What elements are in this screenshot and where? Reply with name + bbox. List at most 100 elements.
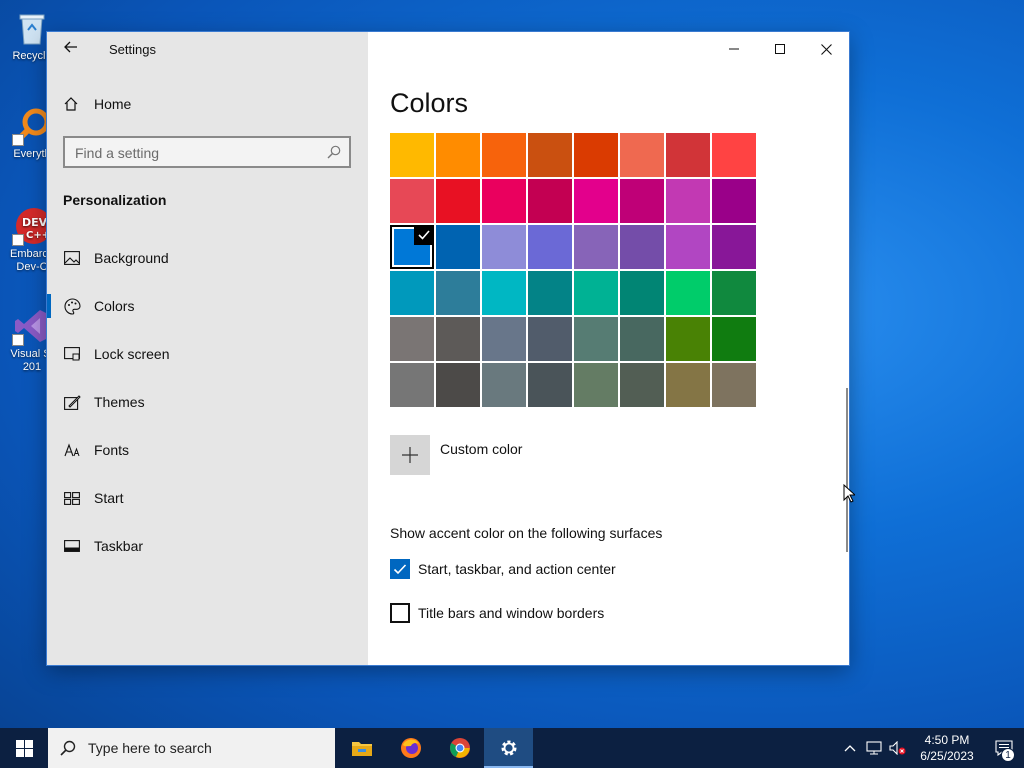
accent-color-swatch[interactable]	[666, 133, 710, 177]
close-button[interactable]	[803, 32, 849, 66]
nav-item-lock-screen[interactable]: Lock screen	[47, 330, 368, 378]
accent-color-swatch[interactable]	[482, 317, 526, 361]
accent-color-swatch[interactable]	[528, 225, 572, 269]
accent-color-swatch[interactable]	[712, 271, 756, 315]
title-bars-checkbox[interactable]: Title bars and window borders	[390, 603, 604, 623]
taskbar-search-box[interactable]: Type here to search	[48, 728, 335, 768]
accent-color-swatch[interactable]	[712, 179, 756, 223]
accent-color-swatch[interactable]	[390, 271, 434, 315]
search-icon	[60, 740, 76, 756]
accent-color-swatch[interactable]	[482, 179, 526, 223]
accent-color-swatch[interactable]	[528, 179, 572, 223]
taskbar-chrome[interactable]	[435, 728, 484, 768]
accent-color-swatch[interactable]	[436, 225, 480, 269]
clock-date: 6/25/2023	[920, 749, 974, 763]
accent-color-swatch[interactable]	[436, 317, 480, 361]
accent-color-swatch[interactable]	[666, 271, 710, 315]
accent-color-swatch[interactable]	[574, 133, 618, 177]
pinned-apps	[337, 728, 533, 768]
action-center-button[interactable]: 1	[984, 728, 1024, 768]
accent-color-swatch[interactable]	[620, 225, 664, 269]
taskbar-firefox[interactable]	[386, 728, 435, 768]
nav-label: Start	[94, 490, 124, 506]
start-button[interactable]	[0, 728, 48, 768]
nav-item-taskbar[interactable]: Taskbar	[47, 522, 368, 570]
nav-label: Background	[94, 250, 169, 266]
accent-color-swatch[interactable]	[436, 179, 480, 223]
accent-color-swatch[interactable]	[666, 363, 710, 407]
accent-color-swatch[interactable]	[436, 271, 480, 315]
scrollbar-thumb[interactable]	[846, 388, 848, 552]
accent-color-swatch[interactable]	[574, 317, 618, 361]
svg-text:DEV: DEV	[22, 216, 48, 229]
accent-color-swatch[interactable]	[390, 179, 434, 223]
taskbar-file-explorer[interactable]	[337, 728, 386, 768]
page-title: Colors	[390, 88, 469, 118]
accent-color-swatch[interactable]	[620, 133, 664, 177]
system-tray: 4:50 PM 6/25/2023 1	[838, 728, 1024, 768]
checkbox-label: Title bars and window borders	[418, 605, 605, 621]
checkmark-icon	[393, 564, 407, 575]
search-icon[interactable]	[327, 145, 341, 159]
accent-color-swatch[interactable]	[482, 363, 526, 407]
accent-color-swatch[interactable]	[712, 317, 756, 361]
accent-color-swatch[interactable]	[482, 133, 526, 177]
accent-color-swatch[interactable]	[436, 363, 480, 407]
volume-button[interactable]	[886, 728, 910, 768]
start-taskbar-checkbox[interactable]: Start, taskbar, and action center	[390, 559, 616, 579]
surfaces-heading: Show accent color on the following surfa…	[390, 525, 663, 541]
accent-color-swatch[interactable]	[436, 133, 480, 177]
nav-label: Themes	[94, 394, 145, 410]
accent-color-swatch[interactable]	[390, 317, 434, 361]
nav-item-start[interactable]: Start	[47, 474, 368, 522]
arrow-left-icon	[64, 41, 77, 53]
accent-color-swatch[interactable]	[482, 271, 526, 315]
accent-color-swatch[interactable]	[482, 225, 526, 269]
checkmark-icon	[414, 225, 434, 245]
accent-color-swatch[interactable]	[712, 363, 756, 407]
recycle-bin-icon	[12, 8, 52, 48]
nav-item-themes[interactable]: Themes	[47, 378, 368, 426]
maximize-button[interactable]	[757, 32, 803, 66]
accent-color-swatch[interactable]	[528, 317, 572, 361]
accent-color-swatch[interactable]	[666, 317, 710, 361]
notification-count-badge: 1	[1001, 748, 1015, 762]
taskbar-clock[interactable]: 4:50 PM 6/25/2023	[910, 732, 984, 764]
show-hidden-icons-button[interactable]	[838, 728, 862, 768]
home-nav-item[interactable]: Home	[63, 96, 131, 112]
accent-color-swatch[interactable]	[528, 133, 572, 177]
taskbar-settings[interactable]	[484, 728, 533, 768]
accent-color-swatch[interactable]	[712, 225, 756, 269]
nav-item-background[interactable]: Background	[47, 234, 368, 282]
search-placeholder: Find a setting	[75, 145, 160, 161]
checkbox-checked[interactable]	[390, 559, 410, 579]
accent-color-swatch[interactable]	[666, 179, 710, 223]
nav-item-fonts[interactable]: Fonts	[47, 426, 368, 474]
accent-color-swatch[interactable]	[574, 179, 618, 223]
checkbox-unchecked[interactable]	[390, 603, 410, 623]
accent-color-swatch[interactable]	[620, 363, 664, 407]
titlebar[interactable]: Settings	[47, 32, 368, 66]
accent-color-swatch[interactable]	[620, 317, 664, 361]
custom-color-button[interactable]: Custom color	[390, 435, 522, 475]
window-controls	[711, 32, 849, 66]
accent-color-swatch[interactable]	[528, 363, 572, 407]
minimize-button[interactable]	[711, 32, 757, 66]
accent-color-swatch[interactable]	[390, 363, 434, 407]
section-title: Personalization	[63, 192, 167, 208]
accent-color-swatch[interactable]	[574, 363, 618, 407]
accent-color-swatch[interactable]	[666, 225, 710, 269]
nav-item-colors[interactable]: Colors	[47, 282, 368, 330]
back-button[interactable]	[61, 40, 81, 58]
accent-color-swatch[interactable]	[574, 271, 618, 315]
accent-color-swatch[interactable]	[390, 225, 434, 269]
accent-color-swatch[interactable]	[574, 225, 618, 269]
accent-color-swatch[interactable]	[528, 271, 572, 315]
accent-color-swatch[interactable]	[620, 271, 664, 315]
accent-color-swatch[interactable]	[620, 179, 664, 223]
network-button[interactable]	[862, 728, 886, 768]
chevron-up-icon	[844, 745, 856, 752]
accent-color-swatch[interactable]	[712, 133, 756, 177]
find-setting-search[interactable]: Find a setting	[63, 136, 351, 168]
accent-color-swatch[interactable]	[390, 133, 434, 177]
